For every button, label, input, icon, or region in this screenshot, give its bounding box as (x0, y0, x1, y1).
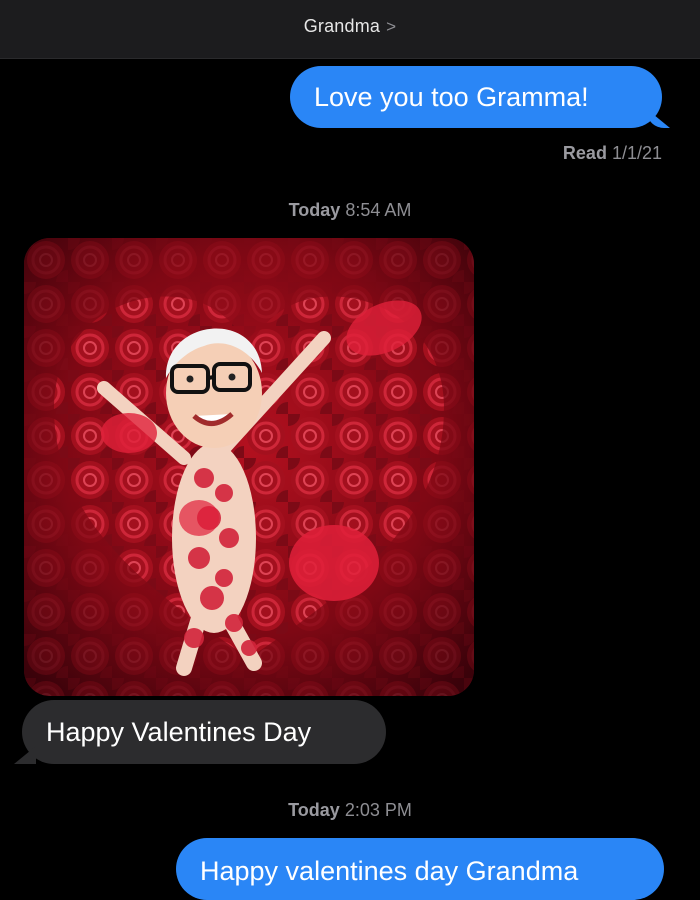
read-receipt: Read 1/1/21 (563, 143, 662, 164)
message-text: Love you too Gramma! (314, 81, 589, 112)
contact-name-button[interactable]: Grandma > (0, 16, 700, 37)
sent-message-bubble[interactable]: Love you too Gramma! (290, 66, 662, 128)
message-text: Happy valentines day Grandma (200, 856, 579, 886)
conversation-header: Grandma > (0, 0, 700, 59)
timestamp-time: 8:54 AM (345, 200, 412, 220)
contact-name: Grandma (303, 16, 381, 36)
timestamp-day: Today (288, 800, 340, 820)
chevron-right-icon: > (386, 17, 397, 36)
sent-message-bubble[interactable]: Happy valentines day Grandma (176, 838, 664, 900)
received-image-message[interactable] (24, 238, 474, 696)
read-label: Read (562, 143, 607, 163)
timestamp-time: 2:03 PM (344, 800, 412, 820)
valentine-rose-image (24, 238, 474, 696)
timestamp: Today 2:03 PM (0, 800, 700, 821)
timestamp: Today 8:54 AM (0, 200, 700, 221)
received-message-bubble[interactable]: Happy Valentines Day (22, 700, 386, 764)
message-text: Happy Valentines Day (46, 716, 312, 747)
read-date: 1/1/21 (611, 143, 662, 163)
timestamp-day: Today (288, 200, 341, 220)
